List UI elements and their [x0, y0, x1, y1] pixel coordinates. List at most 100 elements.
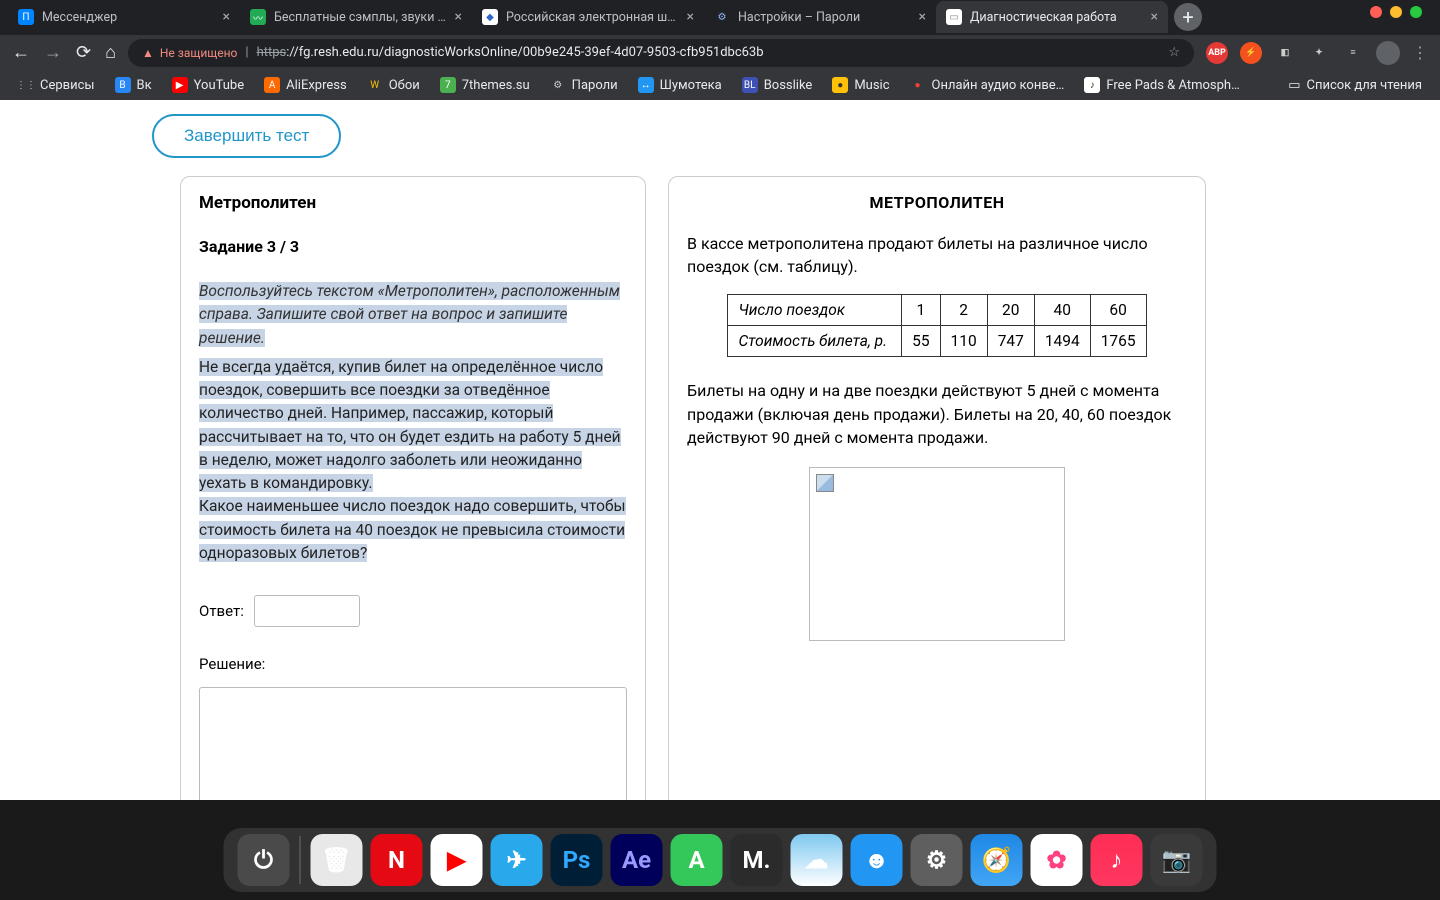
bookmark-item[interactable]: ▶YouTube	[164, 73, 253, 97]
dock-app-icon[interactable]: ✈	[491, 834, 543, 886]
address-bar: ← → ⟳ ⌂ ▲ Не защищено | https://fg.resh.…	[0, 34, 1440, 70]
bookmark-item[interactable]: ♪ Free Pads & Atmosph…	[1076, 73, 1247, 97]
dock-app-icon[interactable]: 🧭	[971, 834, 1023, 886]
tab-close-icon[interactable]: ×	[919, 9, 926, 25]
extension-icon[interactable]: ◧	[1274, 42, 1296, 64]
tab-close-icon[interactable]: ×	[1151, 9, 1158, 25]
not-secure-text: Не защищено	[160, 46, 238, 60]
tab-title: Настройки – Пароли	[738, 10, 911, 25]
dock-app-icon[interactable]: N	[371, 834, 423, 886]
dock-app-icon[interactable]: Ae	[611, 834, 663, 886]
dock-app-icon[interactable]: ⚙	[911, 834, 963, 886]
question-title: Метрополитен	[199, 193, 627, 213]
extension-icon[interactable]: ✦	[1308, 42, 1330, 64]
bookmark-item[interactable]: ⚙Пароли	[542, 73, 626, 97]
back-button[interactable]: ←	[12, 42, 30, 63]
profile-avatar[interactable]	[1376, 41, 1400, 65]
bookmark-item[interactable]: ● Онлайн аудио конве…	[902, 73, 1073, 97]
browser-chrome: П Мессенджер × 〰 Бесплатные сэмплы, звуки и …	[0, 0, 1440, 100]
bookmark-item[interactable]: ↔ Шумотека	[630, 73, 730, 97]
reading-list-button[interactable]: ▭ Список для чтения	[1280, 74, 1430, 97]
bookmark-item[interactable]: ⋮⋮Сервисы	[10, 73, 103, 97]
bookmark-favicon: ⋮⋮	[18, 77, 34, 93]
bookmark-label: Вк	[137, 78, 152, 93]
address-field[interactable]: ▲ Не защищено | https://fg.resh.edu.ru/d…	[128, 39, 1194, 67]
bookmark-item[interactable]: BВк	[107, 73, 160, 97]
bookmark-item[interactable]: ●Music	[824, 73, 897, 97]
browser-tab[interactable]: ⚙ Настройки – Пароли ×	[704, 1, 936, 33]
new-tab-button[interactable]: +	[1174, 3, 1202, 31]
dock-app-icon[interactable]: 🗑	[311, 834, 363, 886]
dock-app-icon[interactable]: ☁	[791, 834, 843, 886]
browser-tab[interactable]: 〰 Бесплатные сэмплы, звуки и лупы ×	[240, 1, 472, 33]
dock-app-icon[interactable]: 📷	[1151, 834, 1203, 886]
bookmark-item[interactable]: W Обои	[359, 73, 428, 97]
dock-app-icon[interactable]: ✿	[1031, 834, 1083, 886]
tab-favicon: ⚙	[714, 9, 730, 25]
bookmark-label: Обои	[389, 78, 420, 93]
task-number: Задание 3 / 3	[199, 237, 627, 256]
tab-close-icon[interactable]: ×	[687, 9, 694, 25]
browser-tab[interactable]: ◆Российская электронная школа×	[472, 1, 704, 33]
solution-label: Решение:	[199, 655, 627, 673]
solution-textarea[interactable]	[199, 687, 627, 800]
reference-body: Билеты на одну и на две поездки действую…	[687, 379, 1187, 449]
dock-app-icon[interactable]: ♪	[1091, 834, 1143, 886]
answer-label: Ответ:	[199, 602, 244, 620]
extension-icon[interactable]: ABP	[1206, 42, 1228, 64]
bookmark-item[interactable]: AAliExpress	[256, 73, 355, 97]
extension-icon[interactable]: ≡	[1342, 42, 1364, 64]
tab-close-icon[interactable]: ×	[455, 9, 462, 25]
dock-app-icon[interactable]: ⏻	[238, 834, 290, 886]
price-table: Число поездок 1 2 20 40 60 Стоимость бил…	[727, 294, 1146, 357]
bookmark-label: Пароли	[572, 78, 618, 93]
extension-icon[interactable]: ⚡	[1240, 42, 1262, 64]
bookmark-item[interactable]: 7 7themes.su	[432, 73, 538, 97]
traffic-max-icon[interactable]	[1410, 6, 1422, 18]
dock-app-icon[interactable]: Ps	[551, 834, 603, 886]
tab-close-icon[interactable]: ×	[223, 9, 230, 25]
home-button[interactable]: ⌂	[105, 42, 116, 63]
kebab-menu-icon[interactable]: ⋮	[1412, 43, 1428, 62]
tab-title: Мессенджер	[42, 10, 215, 25]
bookmark-label: Free Pads & Atmosph…	[1106, 78, 1239, 93]
reading-list-label: Список для чтения	[1306, 78, 1422, 93]
traffic-close-icon[interactable]	[1370, 6, 1382, 18]
dock-app-icon[interactable]: А	[671, 834, 723, 886]
traffic-min-icon[interactable]	[1390, 6, 1402, 18]
answer-input[interactable]	[254, 595, 360, 627]
dock-app-icon[interactable]: M.	[731, 834, 783, 886]
address-divider: |	[245, 45, 248, 60]
dock-app-icon[interactable]: ☻	[851, 834, 903, 886]
bookmark-favicon: 7	[440, 77, 456, 93]
macos-dock: ⏻ 🗑N▶✈PsAeАM.☁☻⚙🧭✿♪📷	[224, 828, 1217, 892]
url-text: https://fg.resh.edu.ru/diagnosticWorksOn…	[257, 45, 764, 60]
bookmark-favicon: BL	[742, 77, 758, 93]
browser-tab[interactable]: П Мессенджер ×	[8, 1, 240, 33]
bookmark-label: Шумотека	[660, 78, 722, 93]
tab-title: Бесплатные сэмплы, звуки и лупы	[274, 10, 447, 25]
browser-tab[interactable]: ▭Диагностическая работа×	[936, 1, 1168, 33]
dock-app-icon[interactable]: ▶	[431, 834, 483, 886]
bookmark-favicon: ●	[910, 77, 926, 93]
page-content: Завершить тест Метрополитен Задание 3 / …	[0, 100, 1440, 800]
bookmark-item[interactable]: BLBosslike	[734, 73, 821, 97]
tabs-bar: П Мессенджер × 〰 Бесплатные сэмплы, звуки и …	[0, 0, 1440, 34]
bookmark-favicon: ↔	[638, 77, 654, 93]
table-row: Стоимость билета, р. 55 110 747 1494 176…	[728, 326, 1146, 357]
star-icon[interactable]: ☆	[1168, 45, 1180, 60]
toolbar-right: ABP ⚡ ◧ ✦ ≡ ⋮	[1206, 41, 1428, 65]
reading-list-icon: ▭	[1288, 78, 1300, 93]
finish-test-button[interactable]: Завершить тест	[152, 114, 341, 158]
bookmark-favicon: ●	[832, 77, 848, 93]
forward-button[interactable]: →	[44, 42, 62, 63]
bookmark-label: 7themes.su	[462, 78, 530, 93]
tab-favicon: П	[18, 9, 34, 25]
bookmark-favicon: W	[367, 77, 383, 93]
reload-button[interactable]: ⟳	[76, 42, 91, 63]
bookmark-label: Онлайн аудио конве…	[932, 78, 1065, 93]
tab-favicon: 〰	[250, 9, 266, 25]
tab-favicon: ◆	[482, 9, 498, 25]
row-header: Число поездок	[728, 295, 902, 326]
bookmark-favicon: ♪	[1084, 77, 1100, 93]
